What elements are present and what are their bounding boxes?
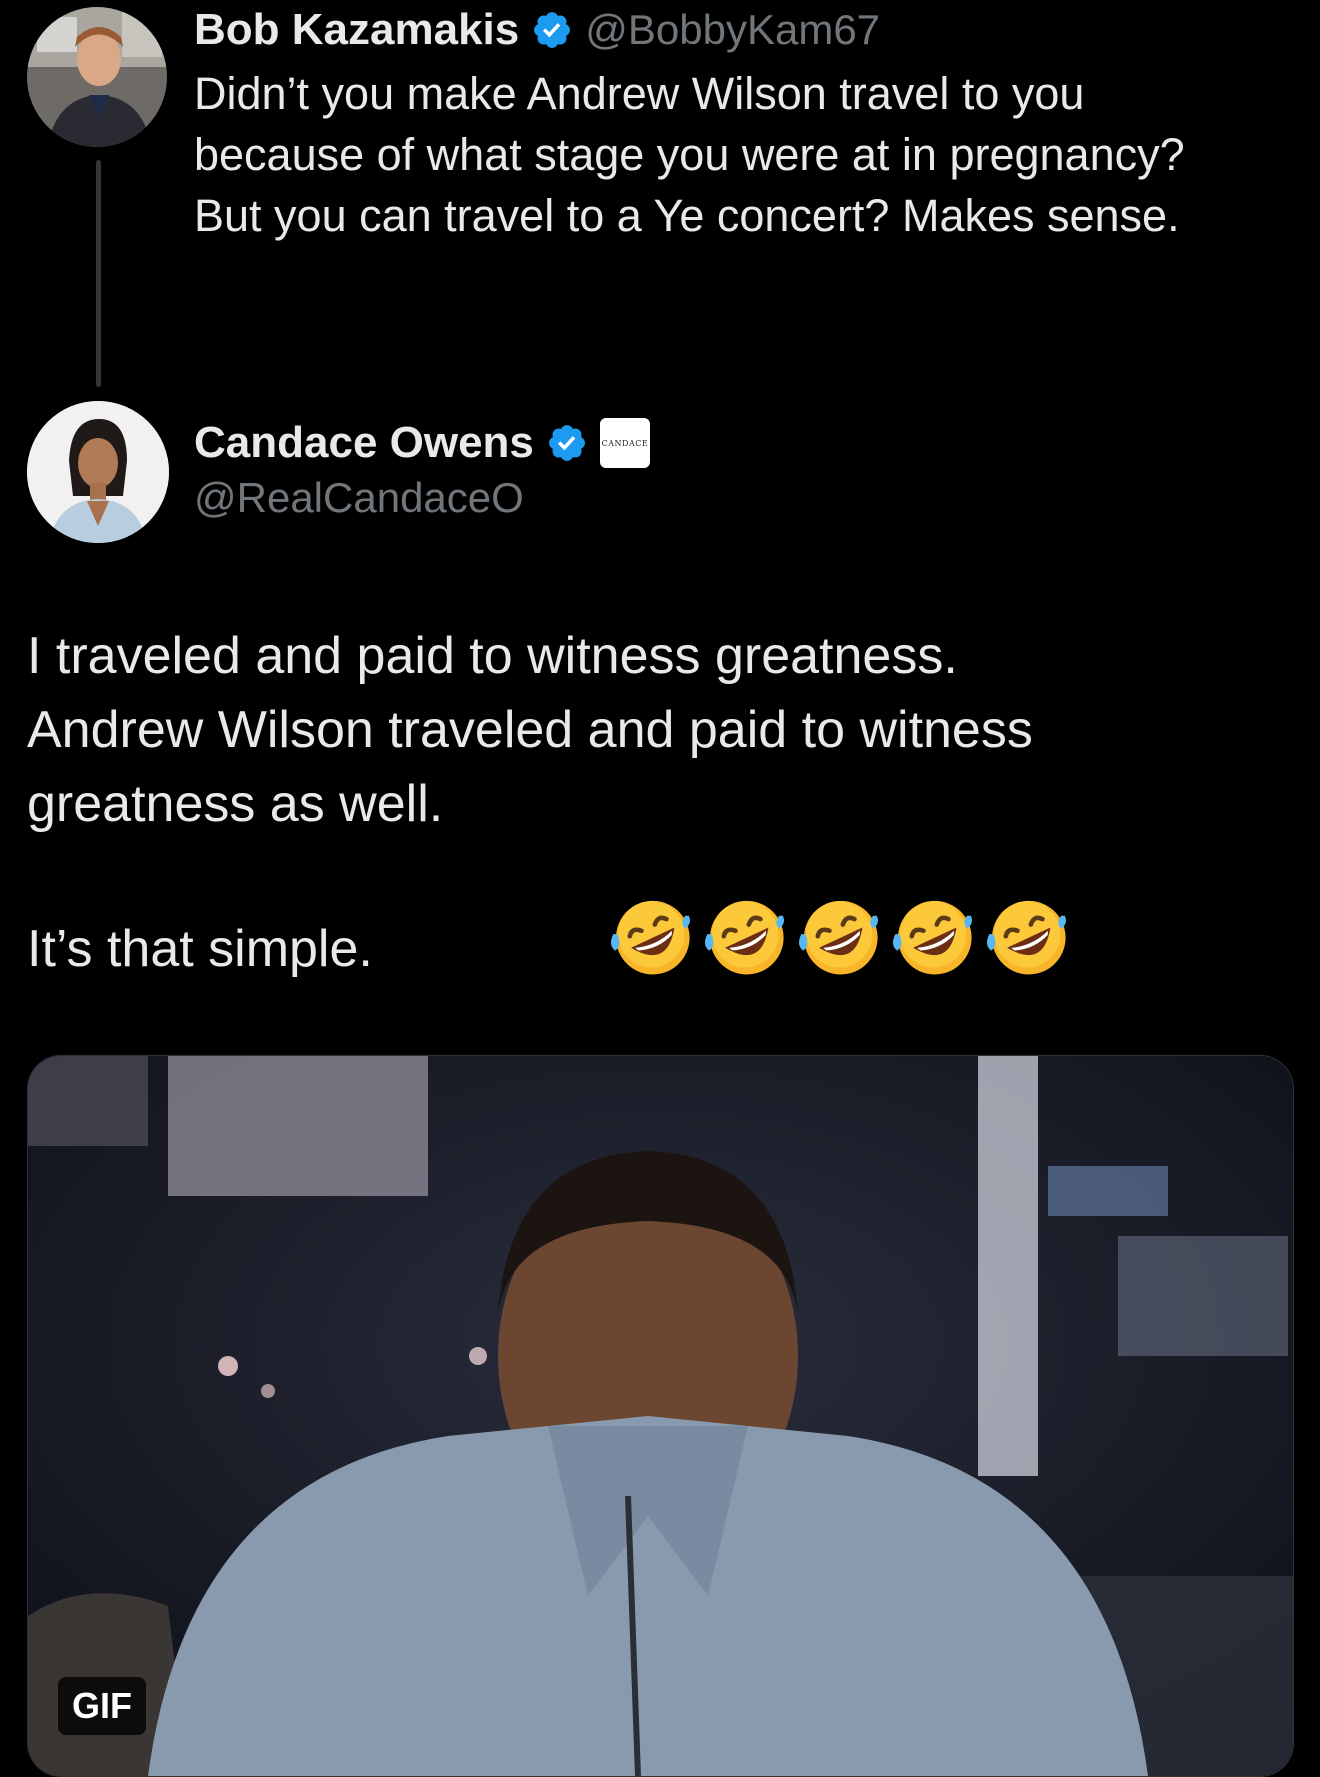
laughing-emoji-row (606, 890, 1074, 982)
reply-tweet-header: Bob Kazamakis @BobbyKam67 (194, 0, 880, 60)
main-author-handle[interactable]: @RealCandaceO (194, 474, 524, 522)
main-line: I traveled and paid to witness greatness… (27, 627, 958, 685)
reply-author-name[interactable]: Bob Kazamakis (194, 5, 519, 55)
main-tweet-closing-line: It’s that simple. (27, 920, 373, 978)
main-author-name[interactable]: Candace Owens (194, 418, 534, 468)
gif-frame-image (28, 1056, 1293, 1776)
reply-author-handle[interactable]: @BobbyKam67 (585, 6, 880, 54)
laughing-emoji-icon (704, 900, 785, 975)
main-tweet-body: I traveled and paid to witness greatness… (27, 619, 1297, 841)
main-line: Andrew Wilson traveled and paid to witne… (27, 701, 1033, 759)
affiliate-badge-icon[interactable]: CANDACE (599, 418, 650, 468)
main-tweet-header: Candace Owens CANDACE (194, 413, 650, 473)
laughing-emoji-icon (892, 900, 973, 975)
reply-line: because of what stage you were at in pre… (194, 129, 1185, 180)
gif-badge: GIF (58, 1677, 146, 1735)
laughing-emoji-icon (986, 900, 1067, 975)
candace-avatar[interactable] (27, 401, 169, 543)
laughing-emoji-icon (798, 900, 879, 975)
candace-avatar-image (27, 401, 169, 543)
verified-badge-icon (534, 12, 571, 48)
verified-badge-icon (548, 425, 585, 461)
reply-line: But you can travel to a Ye concert? Make… (194, 190, 1180, 241)
affiliate-badge-text: CANDACE (601, 438, 649, 448)
gif-media[interactable]: GIF (27, 1055, 1294, 1777)
reply-line: Didn’t you make Andrew Wilson travel to … (194, 68, 1085, 119)
reply-tweet-body: Didn’t you make Andrew Wilson travel to … (194, 63, 1294, 246)
bob-avatar-image (27, 7, 167, 147)
bob-avatar[interactable] (27, 7, 167, 147)
main-line: greatness as well. (27, 775, 444, 833)
laughing-emoji-icon (610, 900, 691, 975)
thread-connector-line (96, 160, 101, 387)
